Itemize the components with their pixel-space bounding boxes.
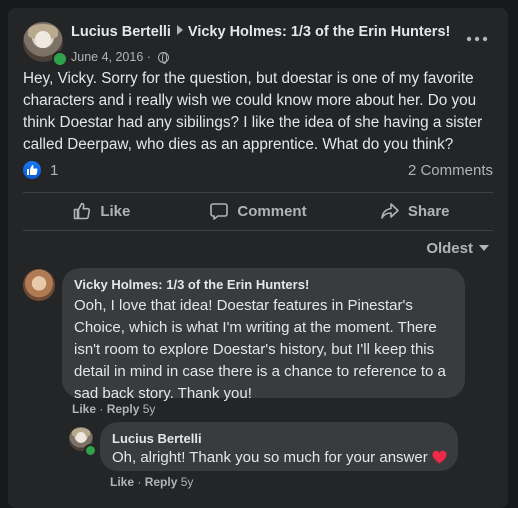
thumbs-up-icon [74,202,91,220]
comment-actions: Like · Reply 5y [72,402,155,416]
share-icon [381,203,399,219]
reply-dot: · [137,475,142,489]
like-button[interactable]: Like [23,194,180,228]
more-horizontal-icon[interactable] [465,30,489,50]
comment-dot: · [99,402,104,416]
post-date[interactable]: June 4, 2016 [71,50,143,64]
reply-online-dot [84,444,97,457]
like-reaction-icon[interactable] [23,161,41,179]
reply-text: Oh, alright! Thank you so much for your … [112,447,457,469]
comment-time[interactable]: 5y [143,402,156,416]
like-button-label: Like [100,202,131,220]
post-author-link[interactable]: Lucius Bertelli [71,24,171,40]
reply-reply-link[interactable]: Reply [145,475,178,489]
comment-reply-link[interactable]: Reply [107,402,140,416]
post-card: Lucius Bertelli Vicky Holmes: 1/3 of the … [8,8,508,508]
reply-bubble: Lucius Bertelli Oh, alright! Thank you s… [100,422,458,471]
reply-author[interactable]: Lucius Bertelli [112,431,202,446]
online-status-dot [52,51,68,67]
comment-button-label: Comment [237,202,307,220]
reply-actions: Like · Reply 5y [110,475,193,489]
comment-text: Ooh, I love that idea! Doestar features … [74,297,446,402]
post-text: Hey, Vicky. Sorry for the question, but … [23,70,483,153]
heart-icon [432,450,447,464]
comment-icon [210,203,229,220]
share-button[interactable]: Share [336,194,493,228]
like-count[interactable]: 1 [50,162,58,179]
comment-author[interactable]: Vicky Holmes: 1/3 of the Erin Hunters! [74,277,309,292]
comment-button[interactable]: Comment [180,194,337,228]
reply-text-content: Oh, alright! Thank you so much for your … [112,449,428,466]
commenter-avatar[interactable] [23,269,55,301]
globe-icon [158,52,170,64]
caret-down-icon [479,245,489,251]
sort-label: Oldest [426,240,473,257]
comment-bubble: Vicky Holmes: 1/3 of the Erin Hunters! O… [62,268,465,402]
meta-separator: · [146,50,151,64]
comment-sort-dropdown[interactable]: Oldest [426,240,489,257]
divider-bottom [23,230,493,231]
post-actions: Like Comment Share [23,194,493,228]
reply-time[interactable]: 5y [181,475,194,489]
post-target-link[interactable]: Vicky Holmes: 1/3 of the Erin Hunters! [188,24,450,40]
post-header: Lucius Bertelli Vicky Holmes: 1/3 of the … [23,18,493,68]
comment-like-link[interactable]: Like [72,402,96,416]
arrow-right-icon [176,25,183,35]
comments-count[interactable]: 2 Comments [408,162,493,179]
reply-like-link[interactable]: Like [110,475,134,489]
post-meta: June 4, 2016 · [71,50,170,64]
share-button-label: Share [407,202,450,220]
divider-top [23,192,493,193]
post-author-line: Lucius Bertelli Vicky Holmes: 1/3 of the … [71,24,450,40]
reactions-bar: 1 2 Comments [23,160,493,182]
